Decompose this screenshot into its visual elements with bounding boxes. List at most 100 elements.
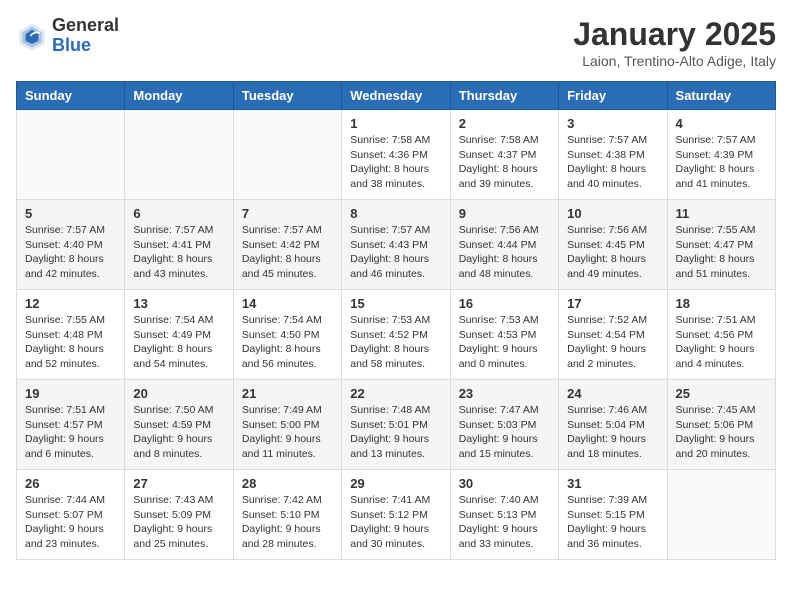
calendar-week-row: 1 Sunrise: 7:58 AM Sunset: 4:36 PM Daylig… — [17, 110, 776, 200]
calendar-cell: 6Sunrise: 7:57 AM Sunset: 4:41 PM Daylig… — [125, 200, 233, 290]
day-number: 20 — [133, 386, 224, 401]
calendar-cell — [667, 470, 775, 560]
day-number: 3 — [567, 116, 658, 131]
logo-blue-text: Blue — [52, 36, 119, 56]
day-number: 29 — [350, 476, 441, 491]
day-info: Sunrise: 7:46 AM Sunset: 5:04 PM Dayligh… — [567, 403, 658, 462]
day-number: 16 — [459, 296, 550, 311]
day-info: Sunrise: 7:57 AM Sunset: 4:42 PM Dayligh… — [242, 223, 333, 282]
day-number: 27 — [133, 476, 224, 491]
weekday-header-saturday: Saturday — [667, 82, 775, 110]
day-number: 9 — [459, 206, 550, 221]
day-info: Sunrise: 7:57 AM Sunset: 4:38 PM Dayligh… — [567, 133, 658, 192]
weekday-header-thursday: Thursday — [450, 82, 558, 110]
day-number: 4 — [676, 116, 767, 131]
page-header: General Blue January 2025 Laion, Trentin… — [16, 16, 776, 69]
weekday-header-row: SundayMondayTuesdayWednesdayThursdayFrid… — [17, 82, 776, 110]
calendar-cell: 9 Sunrise: 7:56 AM Sunset: 4:44 PM Daylig… — [450, 200, 558, 290]
day-number: 10 — [567, 206, 658, 221]
day-number: 23 — [459, 386, 550, 401]
calendar-cell: 24 Sunrise: 7:46 AM Sunset: 5:04 PM Dayli… — [559, 380, 667, 470]
calendar-cell: 14 Sunrise: 7:54 AM Sunset: 4:50 PM Dayli… — [233, 290, 341, 380]
calendar-cell: 5 Sunrise: 7:57 AM Sunset: 4:40 PM Daylig… — [17, 200, 125, 290]
logo: General Blue — [16, 16, 119, 56]
day-info: Sunrise: 7:43 AM Sunset: 5:09 PM Dayligh… — [133, 493, 224, 552]
day-number: 11 — [676, 206, 767, 221]
calendar-cell: 20 Sunrise: 7:50 AM Sunset: 4:59 PM Dayli… — [125, 380, 233, 470]
day-number: 18 — [676, 296, 767, 311]
day-number: 2 — [459, 116, 550, 131]
day-info: Sunrise: 7:51 AM Sunset: 4:57 PM Dayligh… — [25, 403, 116, 462]
calendar-cell: 22Sunrise: 7:48 AM Sunset: 5:01 PM Dayli… — [342, 380, 450, 470]
calendar-week-row: 26Sunrise: 7:44 AM Sunset: 5:07 PM Dayli… — [17, 470, 776, 560]
calendar-cell: 12Sunrise: 7:55 AM Sunset: 4:48 PM Dayli… — [17, 290, 125, 380]
day-number: 6 — [133, 206, 224, 221]
calendar-week-row: 19 Sunrise: 7:51 AM Sunset: 4:57 PM Dayli… — [17, 380, 776, 470]
day-info: Sunrise: 7:58 AM Sunset: 4:36 PM Dayligh… — [350, 133, 441, 192]
day-number: 5 — [25, 206, 116, 221]
day-info: Sunrise: 7:41 AM Sunset: 5:12 PM Dayligh… — [350, 493, 441, 552]
calendar-week-row: 5 Sunrise: 7:57 AM Sunset: 4:40 PM Daylig… — [17, 200, 776, 290]
calendar-cell: 7 Sunrise: 7:57 AM Sunset: 4:42 PM Daylig… — [233, 200, 341, 290]
day-number: 28 — [242, 476, 333, 491]
calendar-cell: 19 Sunrise: 7:51 AM Sunset: 4:57 PM Dayli… — [17, 380, 125, 470]
calendar-cell: 11 Sunrise: 7:55 AM Sunset: 4:47 PM Dayli… — [667, 200, 775, 290]
day-number: 21 — [242, 386, 333, 401]
day-info: Sunrise: 7:57 AM Sunset: 4:40 PM Dayligh… — [25, 223, 116, 282]
calendar-cell: 27 Sunrise: 7:43 AM Sunset: 5:09 PM Dayli… — [125, 470, 233, 560]
day-info: Sunrise: 7:47 AM Sunset: 5:03 PM Dayligh… — [459, 403, 550, 462]
day-info: Sunrise: 7:57 AM Sunset: 4:39 PM Dayligh… — [676, 133, 767, 192]
calendar-cell: 28Sunrise: 7:42 AM Sunset: 5:10 PM Dayli… — [233, 470, 341, 560]
calendar-cell: 1 Sunrise: 7:58 AM Sunset: 4:36 PM Daylig… — [342, 110, 450, 200]
calendar-cell: 29 Sunrise: 7:41 AM Sunset: 5:12 PM Dayli… — [342, 470, 450, 560]
calendar-cell: 3 Sunrise: 7:57 AM Sunset: 4:38 PM Daylig… — [559, 110, 667, 200]
day-info: Sunrise: 7:55 AM Sunset: 4:48 PM Dayligh… — [25, 313, 116, 372]
weekday-header-monday: Monday — [125, 82, 233, 110]
logo-icon — [16, 20, 48, 52]
day-number: 17 — [567, 296, 658, 311]
calendar-cell: 4 Sunrise: 7:57 AM Sunset: 4:39 PM Daylig… — [667, 110, 775, 200]
calendar-cell: 26Sunrise: 7:44 AM Sunset: 5:07 PM Dayli… — [17, 470, 125, 560]
weekday-header-wednesday: Wednesday — [342, 82, 450, 110]
day-info: Sunrise: 7:45 AM Sunset: 5:06 PM Dayligh… — [676, 403, 767, 462]
calendar-week-row: 12Sunrise: 7:55 AM Sunset: 4:48 PM Dayli… — [17, 290, 776, 380]
calendar-cell: 21Sunrise: 7:49 AM Sunset: 5:00 PM Dayli… — [233, 380, 341, 470]
day-number: 14 — [242, 296, 333, 311]
calendar-cell: 10Sunrise: 7:56 AM Sunset: 4:45 PM Dayli… — [559, 200, 667, 290]
day-number: 26 — [25, 476, 116, 491]
day-info: Sunrise: 7:53 AM Sunset: 4:52 PM Dayligh… — [350, 313, 441, 372]
weekday-header-friday: Friday — [559, 82, 667, 110]
day-number: 19 — [25, 386, 116, 401]
month-title: January 2025 — [573, 16, 776, 53]
day-number: 22 — [350, 386, 441, 401]
day-number: 7 — [242, 206, 333, 221]
day-number: 30 — [459, 476, 550, 491]
day-number: 31 — [567, 476, 658, 491]
calendar-cell: 23 Sunrise: 7:47 AM Sunset: 5:03 PM Dayli… — [450, 380, 558, 470]
day-info: Sunrise: 7:40 AM Sunset: 5:13 PM Dayligh… — [459, 493, 550, 552]
day-info: Sunrise: 7:57 AM Sunset: 4:43 PM Dayligh… — [350, 223, 441, 282]
calendar-cell: 31 Sunrise: 7:39 AM Sunset: 5:15 PM Dayli… — [559, 470, 667, 560]
calendar-table: SundayMondayTuesdayWednesdayThursdayFrid… — [16, 81, 776, 560]
calendar-cell: 30 Sunrise: 7:40 AM Sunset: 5:13 PM Dayli… — [450, 470, 558, 560]
day-number: 25 — [676, 386, 767, 401]
calendar-cell: 15 Sunrise: 7:53 AM Sunset: 4:52 PM Dayli… — [342, 290, 450, 380]
day-info: Sunrise: 7:39 AM Sunset: 5:15 PM Dayligh… — [567, 493, 658, 552]
day-info: Sunrise: 7:50 AM Sunset: 4:59 PM Dayligh… — [133, 403, 224, 462]
day-number: 24 — [567, 386, 658, 401]
day-number: 1 — [350, 116, 441, 131]
calendar-cell — [17, 110, 125, 200]
day-number: 15 — [350, 296, 441, 311]
weekday-header-tuesday: Tuesday — [233, 82, 341, 110]
calendar-cell — [233, 110, 341, 200]
day-info: Sunrise: 7:56 AM Sunset: 4:44 PM Dayligh… — [459, 223, 550, 282]
calendar-cell: 8Sunrise: 7:57 AM Sunset: 4:43 PM Daylig… — [342, 200, 450, 290]
day-info: Sunrise: 7:55 AM Sunset: 4:47 PM Dayligh… — [676, 223, 767, 282]
calendar-cell: 2Sunrise: 7:58 AM Sunset: 4:37 PM Daylig… — [450, 110, 558, 200]
day-info: Sunrise: 7:54 AM Sunset: 4:50 PM Dayligh… — [242, 313, 333, 372]
calendar-cell: 18Sunrise: 7:51 AM Sunset: 4:56 PM Dayli… — [667, 290, 775, 380]
logo-general-text: General — [52, 16, 119, 36]
day-info: Sunrise: 7:54 AM Sunset: 4:49 PM Dayligh… — [133, 313, 224, 372]
calendar-cell — [125, 110, 233, 200]
weekday-header-sunday: Sunday — [17, 82, 125, 110]
